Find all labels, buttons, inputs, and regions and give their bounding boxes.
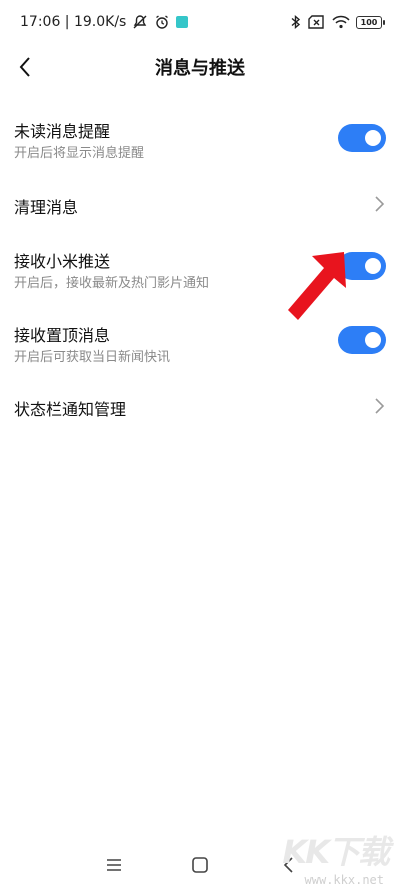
setting-row-clear-messages[interactable]: 清理消息 [0,184,400,224]
setting-row-pinned-messages[interactable]: 接收置顶消息 开启后可获取当日新闻快讯 [0,322,400,388]
title-bar: 消息与推送 [0,44,400,90]
watermark-url: www.kkx.net [304,873,384,887]
chevron-right-icon [375,196,385,212]
home-button[interactable] [188,853,212,877]
toggle-knob [365,130,381,146]
status-left: 17:06 | 19.0K/s [20,14,189,30]
setting-row-unread-reminder[interactable]: 未读消息提醒 开启后将显示消息提醒 [0,104,400,170]
toggle-knob [365,332,381,348]
setting-title: 接收小米推送 [14,252,111,271]
no-sim-icon [308,15,326,29]
watermark-logo: KK下载 [282,833,390,871]
watermark: KK下载 www.kkx.net [274,833,394,889]
toggle-knob [365,258,381,274]
wifi-icon [332,15,350,29]
unread-reminder-toggle[interactable] [338,124,386,152]
status-right: 100 [290,14,385,30]
bluetooth-icon [290,14,302,30]
battery-level: 100 [360,17,378,27]
setting-title: 未读消息提醒 [14,122,111,141]
setting-subtitle: 开启后可获取当日新闻快讯 [14,350,171,365]
setting-subtitle: 开启后，接收最新及热门影片通知 [14,276,210,291]
page-title: 消息与推送 [155,58,245,79]
setting-title: 状态栏通知管理 [14,400,127,419]
setting-title: 清理消息 [14,198,79,217]
alarm-icon [154,14,170,30]
status-time-speed: 17:06 | 19.0K/s [20,14,127,30]
menu-button[interactable] [102,853,126,877]
mute-icon [132,14,148,30]
app-notification-icon [176,16,189,28]
menu-icon [107,859,121,871]
home-icon [192,857,208,873]
chevron-right-icon [375,398,385,414]
status-bar: 17:06 | 19.0K/s 100 [0,0,400,44]
battery-indicator: 100 [356,15,385,29]
setting-row-statusbar-notifications[interactable]: 状态栏通知管理 [0,388,400,428]
setting-subtitle: 开启后将显示消息提醒 [14,146,145,161]
annotation-arrow-icon [288,252,346,320]
setting-title: 接收置顶消息 [14,326,111,345]
pinned-messages-toggle[interactable] [338,326,386,354]
